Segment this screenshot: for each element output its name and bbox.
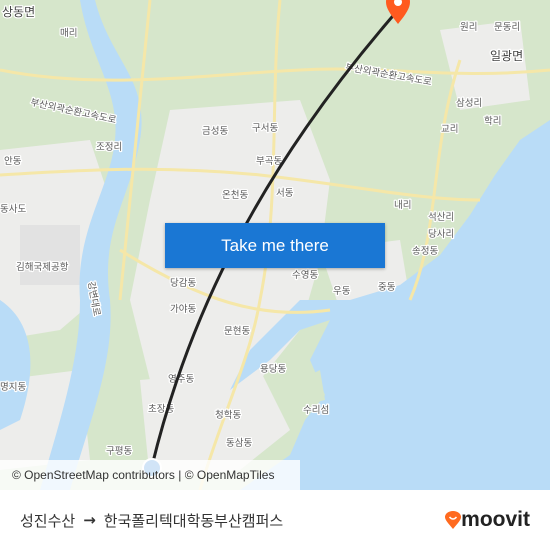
place-label: 원리 [460,22,477,33]
place-label: 내리 [394,200,411,211]
place-label: 가야동 [170,304,196,315]
moovit-pin-icon [445,511,462,529]
place-label: 당사리 [428,229,454,240]
place-label: 일광면 [490,49,523,63]
airport-label: 김해국제공항 [16,261,69,273]
airport-area [20,225,80,285]
destination-name: 한국폴리텍대학동부산캠퍼스 [103,511,284,530]
moovit-wordmark: moovit [461,508,530,531]
place-label: 용당동 [260,364,286,375]
place-label: 구서동 [252,123,278,134]
place-label: 문현동 [224,326,250,337]
place-label: 서동 [276,188,294,199]
place-label: 구평동 [106,446,132,457]
moovit-logo: moovit [445,508,530,532]
place-label: 교리 [441,124,458,135]
place-label: 초장동 [148,404,174,415]
place-label: 송정동 [412,246,438,257]
place-label: 학리 [484,116,501,127]
place-label: 청학동 [215,410,241,421]
place-label: 우동 [333,286,351,297]
origin-name: 성진수산 [20,511,76,530]
place-label: 중동 [378,282,396,293]
place-label: 문동리 [494,22,520,33]
footer: 성진수산 → 한국폴리텍대학동부산캠퍼스 moovit [0,490,550,550]
place-label: 영주동 [168,374,194,385]
place-label: 금성동 [202,126,228,137]
arrow-right-icon: → [83,511,96,529]
place-label: 부곡동 [256,156,282,167]
place-label: 매리 [60,28,77,39]
place-label: 동삼동 [226,438,252,449]
place-label: 상동면 [2,5,35,19]
place-label: 수리섬 [303,405,329,416]
place-label: 동사도 [0,204,26,215]
map-attribution[interactable]: © OpenStreetMap contributors | © OpenMap… [0,460,300,490]
place-label: 안동 [4,156,22,167]
take-me-there-button[interactable]: Take me there [165,223,385,268]
place-label: 석산리 [428,212,454,223]
place-label: 당감동 [170,277,196,289]
route-summary: 성진수산 → 한국폴리텍대학동부산캠퍼스 [20,510,283,531]
place-label: 온천동 [222,190,248,201]
place-label: 수영동 [292,270,318,281]
place-label: 명지동 [0,382,26,393]
place-label: 삼성리 [456,98,482,109]
place-label: 조정리 [96,142,122,153]
